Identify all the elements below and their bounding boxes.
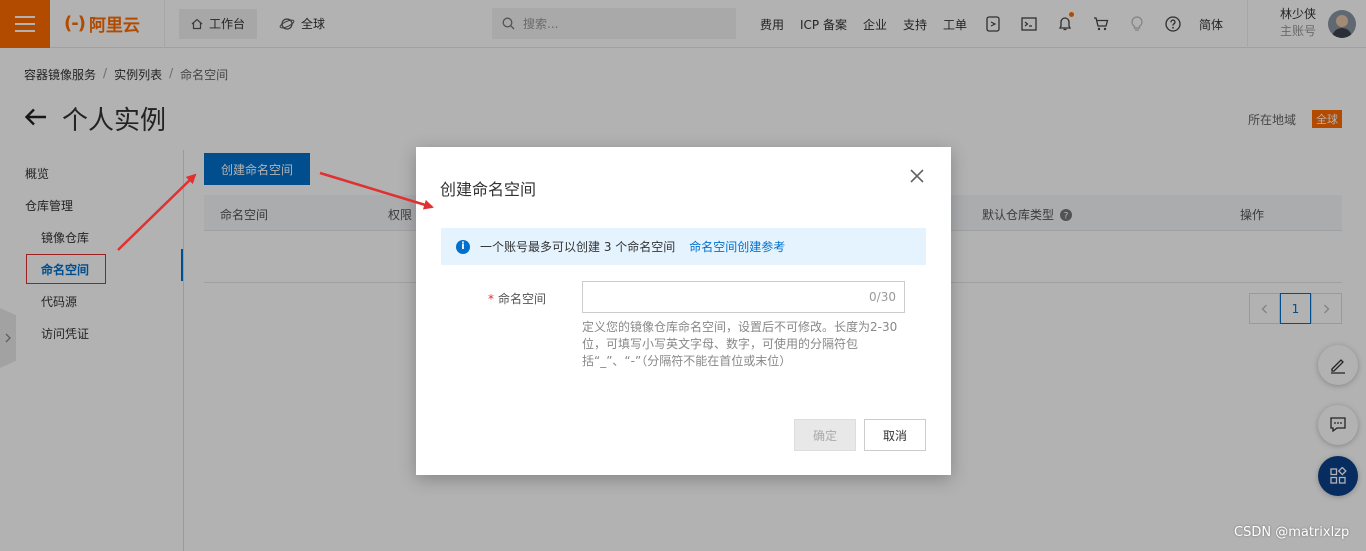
- info-notice: i 一个账号最多可以创建 3 个命名空间 命名空间创建参考: [441, 228, 926, 265]
- char-counter: 0/30: [869, 290, 896, 304]
- close-icon[interactable]: [907, 166, 927, 186]
- namespace-field-label-text: 命名空间: [498, 292, 547, 306]
- create-namespace-dialog: 创建命名空间 i 一个账号最多可以创建 3 个命名空间 命名空间创建参考 * 命名…: [416, 147, 951, 475]
- dialog-title: 创建命名空间: [440, 180, 537, 199]
- namespace-help-text: 定义您的镜像仓库命名空间，设置后不可修改。长度为2-30位，可填写小写英文字母、…: [582, 320, 898, 368]
- namespace-field-label: * 命名空间: [488, 290, 546, 307]
- confirm-button[interactable]: 确定: [794, 419, 856, 451]
- required-asterisk: *: [488, 292, 494, 306]
- watermark: CSDN @matrixlzp: [1234, 525, 1350, 540]
- namespace-input[interactable]: 0/30: [582, 281, 905, 313]
- cancel-button[interactable]: 取消: [864, 419, 926, 451]
- notice-text: 一个账号最多可以创建 3 个命名空间: [480, 240, 676, 254]
- info-icon: i: [456, 239, 470, 254]
- namespace-reference-link[interactable]: 命名空间创建参考: [689, 238, 785, 255]
